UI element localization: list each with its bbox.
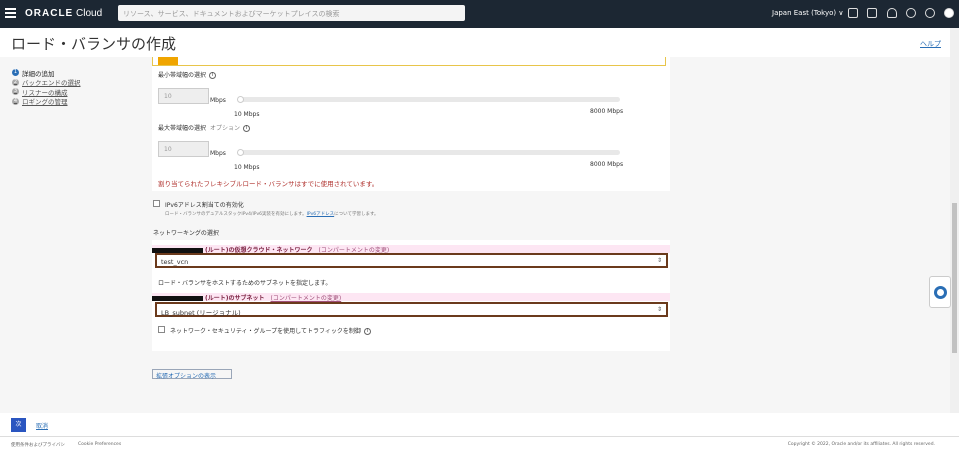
ipv6-description: ロード・バランサのデュアルスタックIPv4/IPv6実装を有効にします。IPv6… [165,212,379,217]
oracle-cloud-logo[interactable]: ORACLE Cloud [25,8,102,19]
terms-link[interactable]: 使用条件およびプライバシ [11,442,65,448]
subnet-hint: ロード・バランサをホストするためのサブネットを指定します。 [158,280,332,287]
redacted-compartment [152,296,203,301]
next-button[interactable]: 次 [11,418,26,432]
edit-icon[interactable] [867,8,877,18]
ipv6-learn-link[interactable]: IPv6アドレス [307,212,335,217]
step-label: 詳細の追加 [22,69,55,78]
ipv6-label: IPv6アドレス割当ての有効化 [165,202,244,209]
brand-light: Cloud [76,8,103,19]
unit-label: Mbps [210,97,226,104]
footer: 使用条件およびプライバシ Cookie Preferences Copyrigh… [0,437,959,451]
step-number: 4 [12,97,19,105]
wizard-steps: 1 詳細の追加 2 バックエンドの選択 3 リスナーの構成 4 ロギングの管理 [12,68,81,106]
title-bar: ロード・バランサの作成 ヘルプ [0,28,950,57]
support-lifebuoy-icon[interactable] [929,276,951,308]
slider-handle[interactable] [237,96,244,103]
scrollbar-thumb[interactable] [952,203,957,353]
help-link[interactable]: ヘルプ [920,39,941,49]
slider-max-tick: 8000 Mbps [590,108,624,115]
step-number: 2 [12,78,19,86]
slider-min-tick: 10 Mbps [234,111,260,118]
slider-handle[interactable] [237,149,244,156]
bell-icon[interactable] [887,8,897,18]
page-title: ロード・バランサの作成 [11,35,177,53]
select-chevron-icon: ⇕ [656,306,662,313]
show-advanced-options-button[interactable]: 拡張オプションの表示 [152,369,232,380]
globe-icon[interactable] [925,8,935,18]
nsg-label: ネットワーク・セキュリティ・グループを使用してトラフィックを制御 i [170,326,371,335]
action-bar: 次 取消 [0,413,959,437]
nsg-checkbox[interactable] [158,326,165,333]
hamburger-menu-icon[interactable] [5,8,16,18]
copyright: Copyright © 2022, Oracle and/or its affi… [787,442,935,447]
min-bandwidth-input[interactable]: 10 [158,88,209,104]
selected-shape-indicator [158,57,178,65]
subnet-select[interactable]: LB_subnet (リージョナル) ⇕ [155,302,668,317]
info-icon[interactable]: i [363,328,371,335]
ipv6-checkbox[interactable] [153,200,160,207]
search-input[interactable]: リソース、サービス、ドキュメントおよびマーケットプレイスの検索 [118,5,465,21]
vcn-select[interactable]: test_vcn ⇕ [155,253,668,268]
step-3[interactable]: 3 リスナーの構成 [12,87,81,97]
help-icon[interactable] [906,8,916,18]
unit-label: Mbps [210,150,226,157]
max-bandwidth-input[interactable]: 10 [158,141,209,157]
step-1[interactable]: 1 詳細の追加 [12,68,81,78]
brand-bold: ORACLE [25,8,74,19]
step-label: バックエンドの選択 [22,79,81,88]
step-number: 3 [12,88,19,96]
info-icon[interactable]: i [243,125,251,132]
min-bandwidth-label: 最小帯域幅の選択 i [158,70,217,79]
subnet-label: (ルート)のサブネット (コンパートメントの変更) [152,293,670,302]
step-label: リスナーの構成 [22,88,68,97]
scrollbar[interactable] [950,28,959,413]
max-bandwidth-label: 最大帯域幅の選択 オプション i [158,123,251,132]
change-compartment-link[interactable]: (コンパートメントの変更) [271,295,342,302]
region-selector[interactable]: Japan East (Tokyo) ∨ [772,9,844,17]
step-number: 1 [12,69,19,77]
user-avatar-icon[interactable] [944,8,954,18]
step-2[interactable]: 2 バックエンドの選択 [12,78,81,88]
error-message: 割り当てられたフレキシブルロード・バランサはすでに使用されています。 [158,180,379,188]
cloud-shell-icon[interactable] [848,8,858,18]
networking-heading: ネットワーキングの選択 [153,230,219,237]
shape-selection-bar [152,57,666,66]
step-4[interactable]: 4 ロギングの管理 [12,97,81,107]
top-nav: ORACLE Cloud リソース、サービス、ドキュメントおよびマーケットプレイ… [0,0,959,28]
select-chevron-icon: ⇕ [656,257,662,264]
cookie-preferences-link[interactable]: Cookie Preferences [78,442,121,447]
slider-min-tick: 10 Mbps [234,164,260,171]
max-bandwidth-slider[interactable] [237,149,620,156]
vcn-label: (ルート)の仮想クラウド・ネットワーク (コンパートメントの変更) [152,245,670,254]
step-label: ロギングの管理 [22,98,68,107]
info-icon[interactable]: i [209,72,217,79]
networking-panel: (ルート)の仮想クラウド・ネットワーク (コンパートメントの変更) test_vc… [152,240,670,351]
cancel-link[interactable]: 取消 [36,421,48,430]
bandwidth-panel: 最小帯域幅の選択 i 10 Mbps 10 Mbps 8000 Mbps 最大帯域… [152,57,670,191]
slider-max-tick: 8000 Mbps [590,161,624,168]
min-bandwidth-slider[interactable] [237,96,620,103]
